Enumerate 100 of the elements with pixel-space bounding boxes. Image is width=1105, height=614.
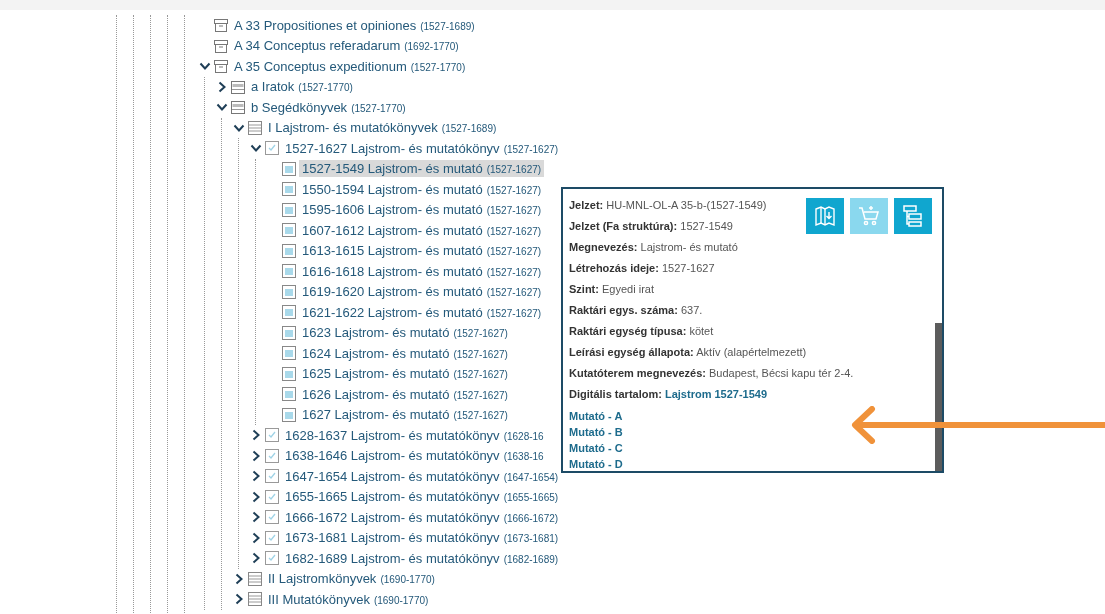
date-range: (1527-1689) xyxy=(441,123,497,135)
document-icon xyxy=(281,242,297,259)
map-viewer-button[interactable] xyxy=(806,198,844,234)
date-range: (1527-1627) xyxy=(486,205,542,217)
chevron-right-icon[interactable] xyxy=(250,531,262,544)
tree-item[interactable]: A 33 Propositiones et opiniones (1527-1689) xyxy=(231,16,478,34)
document-icon xyxy=(281,386,297,403)
tree-item-label: 1619-1620 Lajstrom- és mutató xyxy=(302,284,483,300)
date-range: (1690-1770) xyxy=(380,574,435,586)
tree-item-label: 1625 Lajstrom- és mutató xyxy=(302,366,450,382)
chevron-right-icon[interactable] xyxy=(216,80,228,93)
document-icon xyxy=(281,324,297,341)
tree-item[interactable]: 1627 Lajstrom- és mutató (1527-1627) xyxy=(299,406,511,424)
tree-item[interactable]: 1628-1637 Lajstrom- és mutatókönyv (1628-16 xyxy=(282,426,547,444)
date-range: (1682-1689) xyxy=(503,553,559,565)
tree-item[interactable]: 1595-1606 Lajstrom- és mutató (1527-1627) xyxy=(299,201,545,219)
field-label: Létrehozás ideje: xyxy=(569,262,659,274)
chevron-right-icon[interactable] xyxy=(250,449,262,462)
tree-item[interactable]: 1673-1681 Lajstrom- és mutatókönyv (1673-1681) xyxy=(282,529,562,547)
document-icon xyxy=(281,283,297,300)
chevron-right-icon[interactable] xyxy=(250,490,262,503)
tree-item-label: A 33 Propositiones et opiniones xyxy=(234,17,417,33)
date-range: (1527-1770) xyxy=(351,102,406,114)
tree-item[interactable]: 1666-1672 Lajstrom- és mutatókönyv (1666-1672) xyxy=(282,508,562,526)
tree-item[interactable]: 1638-1646 Lajstrom- és mutatókönyv (1638-16 xyxy=(282,447,547,465)
document-icon xyxy=(281,201,297,218)
tree-item[interactable]: 1682-1689 Lajstrom- és mutatókönyv (1682-1689) xyxy=(282,549,562,567)
date-range: (1527-1627) xyxy=(486,266,542,278)
tree-item-label: 1613-1615 Lajstrom- és mutató xyxy=(302,243,483,259)
list-icon xyxy=(247,591,263,608)
field-value: 1527-1627 xyxy=(661,262,715,274)
date-range: (1527-1770) xyxy=(410,61,466,73)
tree-item[interactable]: II Lajstromkönyvek (1690-1770) xyxy=(265,570,438,588)
field-label: Megnevezés: xyxy=(569,241,638,253)
date-range: (1527-1627) xyxy=(486,225,542,237)
date-range: (1666-1672) xyxy=(503,512,559,524)
tree-item[interactable]: 1626 Lajstrom- és mutató (1527-1627) xyxy=(299,385,511,403)
archive-box-icon xyxy=(213,58,229,75)
tree-item[interactable]: A 34 Conceptus referadarum (1692-1770) xyxy=(231,37,462,55)
tree-item[interactable]: 1550-1594 Lajstrom- és mutató (1527-1627) xyxy=(299,180,545,198)
tree-item-label: 1655-1665 Lajstrom- és mutatókönyv xyxy=(285,489,500,505)
digital-content-link[interactable]: Lajstrom 1527-1549 xyxy=(664,388,768,400)
tree-item[interactable]: 1655-1665 Lajstrom- és mutatókönyv (1655-1665) xyxy=(282,488,562,506)
tree-item-label: 1627 Lajstrom- és mutató xyxy=(302,407,450,423)
document-icon xyxy=(281,406,297,423)
index-link[interactable]: Mutató - B xyxy=(569,424,623,440)
date-range: (1692-1770) xyxy=(404,41,459,53)
index-link[interactable]: Mutató - A xyxy=(569,408,623,424)
tree-item[interactable]: 1647-1654 Lajstrom- és mutatókönyv (1647-1654) xyxy=(282,467,562,485)
document-icon xyxy=(281,263,297,280)
chevron-right-icon[interactable] xyxy=(233,593,245,606)
tree-item[interactable]: I Lajstrom- és mutatókönyvek (1527-1689) xyxy=(265,119,500,137)
chevron-right-icon[interactable] xyxy=(250,552,262,565)
tree-item[interactable]: 1625 Lajstrom- és mutató (1527-1627) xyxy=(299,365,511,383)
checked-document-icon xyxy=(264,427,280,444)
drawer-icon xyxy=(230,99,246,116)
scrollbar-thumb[interactable] xyxy=(935,323,942,471)
field-value: 637. xyxy=(680,304,703,316)
tree-item-label: b Segédkönyvek xyxy=(251,99,348,115)
tree-item[interactable]: 1527-1627 Lajstrom- és mutatókönyv (1527-1627) xyxy=(282,139,562,157)
index-link[interactable]: Mutató - C xyxy=(569,440,623,456)
tree-item-label: 1624 Lajstrom- és mutató xyxy=(302,345,450,361)
chevron-right-icon[interactable] xyxy=(250,470,262,483)
tree-item[interactable]: 1527-1549 Lajstrom- és mutató (1527-1627) xyxy=(299,160,545,178)
tree-item[interactable]: b Segédkönyvek (1527-1770) xyxy=(248,98,409,116)
tree-item[interactable]: III Mutatókönyvek (1690-1770) xyxy=(265,590,432,608)
tree-item-label: 1673-1681 Lajstrom- és mutatókönyv xyxy=(285,530,500,546)
checked-document-icon xyxy=(264,468,280,485)
chevron-right-icon[interactable] xyxy=(250,511,262,524)
tree-item[interactable]: 1616-1618 Lajstrom- és mutató (1527-1627) xyxy=(299,262,545,280)
document-icon xyxy=(281,304,297,321)
drawer-icon xyxy=(230,78,246,95)
date-range: (1647-1654) xyxy=(503,471,559,483)
checked-document-icon xyxy=(264,550,280,567)
date-range: (1527-1627) xyxy=(453,348,508,360)
document-icon xyxy=(281,345,297,362)
tree-item-label: A 34 Conceptus referadarum xyxy=(234,38,401,54)
tree-item[interactable]: A 35 Conceptus expeditionum (1527-1770) xyxy=(231,57,469,75)
tree-item[interactable]: 1621-1622 Lajstrom- és mutató (1527-1627) xyxy=(299,303,545,321)
checked-document-icon xyxy=(264,140,280,157)
field-label: Digitális tartalom: xyxy=(569,388,662,400)
tree-item-label: II Lajstromkönyvek xyxy=(268,571,377,587)
tree-item[interactable]: 1619-1620 Lajstrom- és mutató (1527-1627) xyxy=(299,283,545,301)
tree-item[interactable]: 1613-1615 Lajstrom- és mutató (1527-1627) xyxy=(299,242,545,260)
date-range: (1527-1627) xyxy=(486,307,542,319)
tree-item[interactable]: a Iratok (1527-1770) xyxy=(248,78,356,96)
tree-item-label: 1616-1618 Lajstrom- és mutató xyxy=(302,263,483,279)
tree-item[interactable]: 1607-1612 Lajstrom- és mutató (1527-1627) xyxy=(299,221,545,239)
checked-document-icon xyxy=(264,529,280,546)
field-value: Aktív (alapértelmezett) xyxy=(696,346,807,358)
date-range: (1673-1681) xyxy=(503,533,559,545)
field-value: HU-MNL-OL-A 35-b-(1527-1549) xyxy=(606,199,767,211)
cart-add-icon xyxy=(857,204,881,228)
tree-item[interactable]: 1624 Lajstrom- és mutató (1527-1627) xyxy=(299,344,511,362)
tree-item[interactable]: 1623 Lajstrom- és mutató (1527-1627) xyxy=(299,324,511,342)
field-value: Budapest, Bécsi kapu tér 2-4. xyxy=(709,367,854,379)
date-range: (1628-16 xyxy=(503,430,544,442)
chevron-right-icon[interactable] xyxy=(250,429,262,442)
index-link[interactable]: Mutató - D xyxy=(569,456,623,471)
chevron-right-icon[interactable] xyxy=(233,572,245,585)
